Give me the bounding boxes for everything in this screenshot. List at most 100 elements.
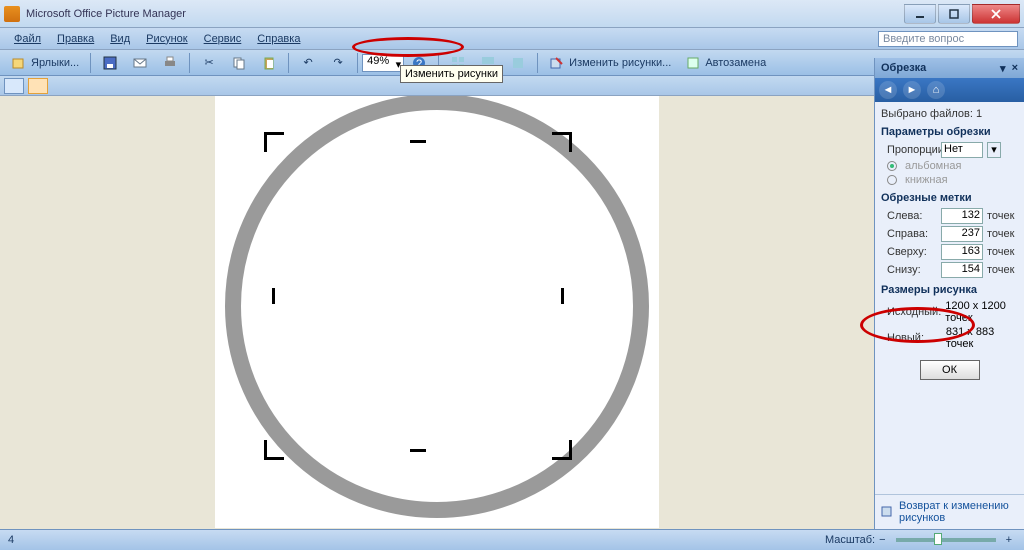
undo-icon: ↶: [300, 55, 316, 71]
undo-button[interactable]: ↶: [293, 52, 323, 74]
mail-icon: [132, 55, 148, 71]
units: точек: [987, 228, 1014, 240]
shortcuts-icon: [11, 55, 27, 71]
crop-handle-bl[interactable]: [264, 440, 284, 460]
crop-handle-bottom[interactable]: [410, 449, 426, 452]
viewbar-single[interactable]: [28, 78, 48, 94]
zoom-out-icon[interactable]: −: [879, 534, 885, 546]
orientation-landscape-label: альбомная: [905, 160, 961, 172]
titlebar: Microsoft Office Picture Manager: [0, 0, 1024, 28]
shortcuts-label: Ярлыки...: [31, 57, 79, 69]
crop-handle-left[interactable]: [272, 288, 275, 304]
menu-tools[interactable]: Сервис: [196, 30, 250, 48]
statusbar: 4 Масштаб: − +: [0, 529, 1024, 550]
redo-button[interactable]: ↷: [323, 52, 353, 74]
save-icon: [102, 55, 118, 71]
taskpane: Обрезка ▾ × ◄ ► ⌂ Выбрано файлов: 1 Пара…: [874, 58, 1024, 529]
autosubstitution-label: Автозамена: [705, 57, 766, 69]
orientation-landscape-radio[interactable]: [887, 161, 897, 171]
crop-handle-top[interactable]: [410, 140, 426, 143]
new-size-value: 831 x 883 точек: [946, 326, 1018, 350]
mark-right-input[interactable]: 237: [941, 226, 983, 242]
orientation-portrait-label: книжная: [905, 174, 948, 186]
maximize-button[interactable]: [938, 4, 970, 24]
viewbar-thumbs[interactable]: [4, 78, 24, 94]
mark-left-input[interactable]: 132: [941, 208, 983, 224]
close-button[interactable]: [972, 4, 1020, 24]
paste-icon: [261, 55, 277, 71]
menu-edit[interactable]: Правка: [49, 30, 102, 48]
minimize-button[interactable]: [904, 4, 936, 24]
taskpane-close-icon[interactable]: ×: [1012, 62, 1018, 74]
proportions-select[interactable]: Нет: [941, 142, 983, 158]
menu-view[interactable]: Вид: [102, 30, 138, 48]
single-icon: [510, 55, 526, 71]
original-size-label: Исходный:: [887, 306, 941, 318]
cut-icon: ✂: [201, 55, 217, 71]
crop-frame[interactable]: [264, 132, 572, 460]
redo-icon: ↷: [330, 55, 346, 71]
zoom-value: 49%: [367, 55, 389, 67]
section-crop-marks: Обрезные метки: [881, 192, 1018, 204]
app-title: Microsoft Office Picture Manager: [26, 8, 186, 20]
app-icon: [4, 6, 20, 22]
edit-pictures-label: Изменить рисунки...: [569, 57, 671, 69]
taskpane-back-icon[interactable]: ◄: [879, 81, 897, 99]
crop-handle-tl[interactable]: [264, 132, 284, 152]
crop-handle-tr[interactable]: [552, 132, 572, 152]
proportions-label: Пропорции:: [887, 144, 937, 156]
menu-help[interactable]: Справка: [249, 30, 308, 48]
edit-pictures-button[interactable]: Изменить рисунки...: [542, 52, 678, 74]
taskpane-menu-arrow-icon[interactable]: ▾: [1000, 62, 1006, 75]
save-button[interactable]: [95, 52, 125, 74]
section-picture-sizes: Размеры рисунка: [881, 284, 1018, 296]
zoom-in-icon[interactable]: +: [1006, 534, 1012, 546]
selected-files-count: 1: [976, 108, 982, 120]
return-to-edit-link[interactable]: Возврат к изменению рисунков: [899, 500, 1018, 524]
paste-button[interactable]: [254, 52, 284, 74]
crop-handle-right[interactable]: [561, 288, 564, 304]
ok-button[interactable]: ОК: [920, 360, 980, 380]
units: точек: [987, 264, 1014, 276]
menu-file[interactable]: Файл: [6, 30, 49, 48]
mail-button[interactable]: [125, 52, 155, 74]
help-question-box[interactable]: Введите вопрос: [878, 31, 1018, 47]
mark-right-label: Справа:: [887, 228, 937, 240]
taskpane-home-icon[interactable]: ⌂: [927, 81, 945, 99]
orientation-portrait-radio[interactable]: [887, 175, 897, 185]
print-button[interactable]: [155, 52, 185, 74]
mark-left-label: Слева:: [887, 210, 937, 222]
canvas[interactable]: [215, 96, 659, 528]
scale-label: Масштаб:: [825, 534, 875, 546]
mark-top-label: Сверху:: [887, 246, 937, 258]
autosubstitution-button[interactable]: Автозамена: [678, 52, 773, 74]
taskpane-footer: Возврат к изменению рисунков: [875, 494, 1024, 529]
crop-handle-br[interactable]: [552, 440, 572, 460]
mark-bottom-input[interactable]: 154: [941, 262, 983, 278]
section-crop-params: Параметры обрезки: [881, 126, 1018, 138]
taskpane-nav: ◄ ► ⌂: [875, 78, 1024, 102]
zoom-slider-thumb[interactable]: [934, 533, 942, 545]
menu-picture[interactable]: Рисунок: [138, 30, 196, 48]
autosubstitution-icon: [685, 55, 701, 71]
workspace: [0, 96, 874, 529]
mark-top-input[interactable]: 163: [941, 244, 983, 260]
view-single-button[interactable]: [503, 52, 533, 74]
dropdown-arrow-icon[interactable]: ▾: [987, 142, 1001, 158]
cut-button[interactable]: ✂: [194, 52, 224, 74]
zoom-select[interactable]: 49% ▾: [362, 54, 404, 72]
zoom-slider[interactable]: [896, 538, 996, 542]
copy-button[interactable]: [224, 52, 254, 74]
status-page: 4: [8, 534, 14, 546]
original-size-value: 1200 x 1200 точек: [945, 300, 1018, 324]
taskpane-forward-icon[interactable]: ►: [903, 81, 921, 99]
mark-bottom-label: Снизу:: [887, 264, 937, 276]
taskpane-header: Обрезка ▾ ×: [875, 58, 1024, 78]
new-size-label: Новый:: [887, 332, 942, 344]
shortcuts-button[interactable]: Ярлыки...: [4, 52, 86, 74]
tooltip: Изменить рисунки: [400, 65, 503, 83]
selected-files-label: Выбрано файлов:: [881, 108, 973, 120]
edit-pictures-icon: [549, 55, 565, 71]
menubar: Файл Правка Вид Рисунок Сервис Справка В…: [0, 28, 1024, 50]
print-icon: [162, 55, 178, 71]
